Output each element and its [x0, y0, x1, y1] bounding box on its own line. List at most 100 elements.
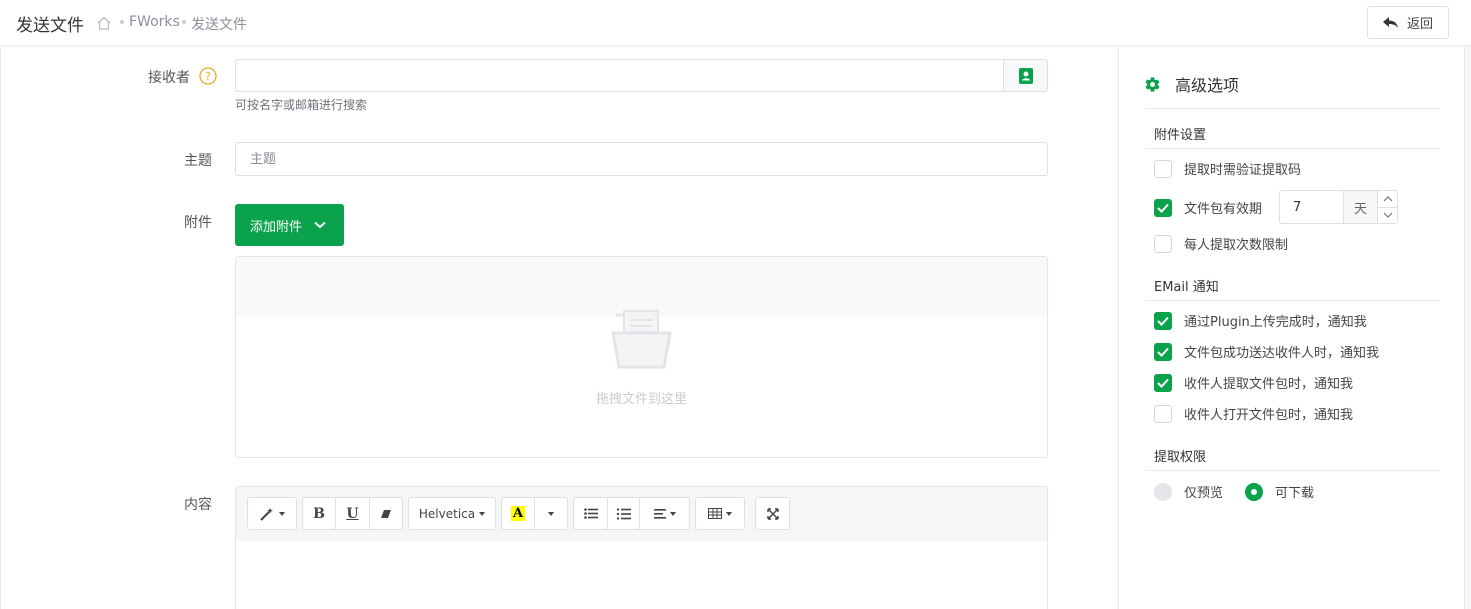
email-option-extracted[interactable]: 收件人提取文件包时，通知我 — [1154, 373, 1353, 392]
divider — [1145, 148, 1440, 149]
align-dropdown[interactable] — [640, 498, 689, 529]
drop-zone-text: 拖拽文件到这里 — [595, 392, 687, 407]
opened-checkbox[interactable] — [1154, 404, 1172, 423]
page-title: 发送文件 — [16, 16, 84, 36]
expiry-unit: 天 — [1344, 191, 1378, 223]
option-expiry[interactable]: 文件包有效期 — [1154, 198, 1262, 217]
folder-icon — [611, 310, 672, 369]
attachment-drop-zone[interactable]: 拖拽文件到这里 — [235, 256, 1048, 458]
drop-zone-header — [236, 257, 1047, 317]
color-group: A — [501, 497, 568, 530]
bullet-list-icon — [583, 508, 598, 519]
plugin-upload-checkbox[interactable] — [1154, 311, 1172, 330]
plugin-upload-label: 通过Plugin上传完成时，通知我 — [1184, 315, 1367, 330]
extracted-label: 收件人提取文件包时，通知我 — [1184, 377, 1354, 392]
chevron-down-icon — [314, 221, 326, 229]
color-picker-dropdown[interactable] — [535, 498, 567, 529]
table-group — [695, 497, 745, 530]
check-icon — [1157, 347, 1169, 357]
divider — [1145, 108, 1440, 109]
back-button[interactable]: 返回 — [1367, 6, 1449, 39]
align-left-icon — [653, 508, 666, 519]
send-form: 接收者 ? 可按名字或邮箱进行搜索 主题 附件 添加附件 拖拽文件到这里 — [0, 47, 1117, 609]
content-label: 内容 — [184, 497, 212, 513]
style-button[interactable] — [248, 498, 296, 529]
advanced-options-title: 高级选项 — [1144, 72, 1239, 96]
email-notify-title: EMail 通知 — [1154, 280, 1219, 295]
permission-title: 提取权限 — [1154, 450, 1207, 465]
clear-format-button[interactable] — [370, 498, 402, 529]
divider — [1145, 470, 1440, 471]
fullscreen-button[interactable] — [756, 498, 789, 529]
extracted-checkbox[interactable] — [1154, 373, 1172, 392]
add-attachment-button[interactable]: 添加附件 — [235, 204, 344, 246]
option-extract-limit[interactable]: 每人提取次数限制 — [1154, 234, 1288, 253]
decrement-button[interactable] — [1378, 208, 1397, 224]
advanced-options-label: 高级选项 — [1175, 76, 1240, 95]
help-icon[interactable]: ? — [199, 67, 217, 85]
add-attachment-label: 添加附件 — [250, 219, 303, 235]
breadcrumb-separator — [182, 20, 186, 24]
extract-limit-label: 每人提取次数限制 — [1184, 238, 1289, 253]
expiry-days-input[interactable]: 7 — [1280, 191, 1344, 223]
font-name-dropdown[interactable]: Helvetica — [409, 498, 495, 529]
check-icon — [1157, 316, 1169, 326]
downloadable-label: 可下载 — [1275, 486, 1315, 501]
delivered-label: 文件包成功送达收件人时，通知我 — [1184, 346, 1380, 361]
recipient-input[interactable] — [235, 59, 1004, 92]
extract-limit-checkbox[interactable] — [1154, 234, 1172, 253]
highlight-color-button[interactable]: A — [502, 498, 535, 529]
permission-preview-only[interactable]: 仅预览 — [1154, 482, 1223, 501]
breadcrumb-fworks[interactable]: FWorks — [129, 14, 180, 30]
gear-icon — [1145, 76, 1160, 92]
ordered-list-button[interactable] — [608, 498, 640, 529]
bold-button[interactable]: B — [303, 498, 336, 529]
verify-code-checkbox[interactable] — [1154, 159, 1172, 178]
divider — [1145, 300, 1440, 301]
attachment-settings-title: 附件设置 — [1154, 128, 1207, 143]
delivered-checkbox[interactable] — [1154, 342, 1172, 361]
numbered-list-icon — [616, 508, 631, 519]
eraser-icon — [381, 509, 391, 518]
expiry-label: 文件包有效期 — [1184, 202, 1263, 217]
expiry-checkbox[interactable] — [1154, 198, 1172, 217]
increment-button[interactable] — [1378, 191, 1397, 208]
recipient-hint: 可按名字或邮箱进行搜索 — [235, 98, 368, 112]
text-color-icon: A — [510, 506, 526, 521]
underline-button[interactable]: U — [336, 498, 370, 529]
preview-only-label: 仅预览 — [1184, 486, 1224, 501]
paragraph-group — [573, 497, 690, 530]
permission-downloadable[interactable]: 可下载 — [1245, 482, 1314, 501]
attachment-label: 附件 — [184, 215, 212, 231]
top-header: 发送文件 FWorks 发送文件 返回 — [0, 0, 1471, 46]
downloadable-radio[interactable] — [1245, 482, 1263, 501]
subject-input[interactable] — [235, 142, 1048, 176]
magic-wand-icon — [260, 507, 273, 521]
format-group: B U — [302, 497, 403, 530]
check-icon — [1157, 203, 1169, 213]
content-editor[interactable]: B U Helvetica A — [235, 486, 1048, 609]
unordered-list-button[interactable] — [574, 498, 608, 529]
verify-code-label: 提取时需验证提取码 — [1184, 163, 1302, 178]
subject-label: 主题 — [184, 153, 212, 169]
email-option-delivered[interactable]: 文件包成功送达收件人时，通知我 — [1154, 342, 1379, 361]
option-verify-code[interactable]: 提取时需验证提取码 — [1154, 159, 1301, 178]
back-label: 返回 — [1406, 17, 1433, 32]
style-group — [247, 497, 297, 530]
opened-label: 收件人打开文件包时，通知我 — [1184, 408, 1354, 423]
recipient-label: 接收者 — [148, 70, 190, 86]
email-option-plugin-upload[interactable]: 通过Plugin上传完成时，通知我 — [1154, 311, 1367, 330]
editor-toolbar: B U Helvetica A — [236, 487, 1047, 541]
expiry-days-stepper[interactable]: 7 天 — [1279, 190, 1398, 224]
font-group: Helvetica — [408, 497, 496, 530]
expand-icon — [766, 507, 779, 520]
contact-book-button[interactable] — [1003, 59, 1048, 92]
font-name-label: Helvetica — [418, 506, 476, 521]
preview-only-radio[interactable] — [1154, 482, 1172, 501]
contact-card-icon — [1018, 67, 1033, 84]
check-icon — [1157, 378, 1169, 388]
email-option-opened[interactable]: 收件人打开文件包时，通知我 — [1154, 404, 1353, 423]
expiry-spinner — [1378, 191, 1397, 223]
table-dropdown[interactable] — [696, 498, 744, 529]
home-icon[interactable] — [96, 15, 112, 31]
